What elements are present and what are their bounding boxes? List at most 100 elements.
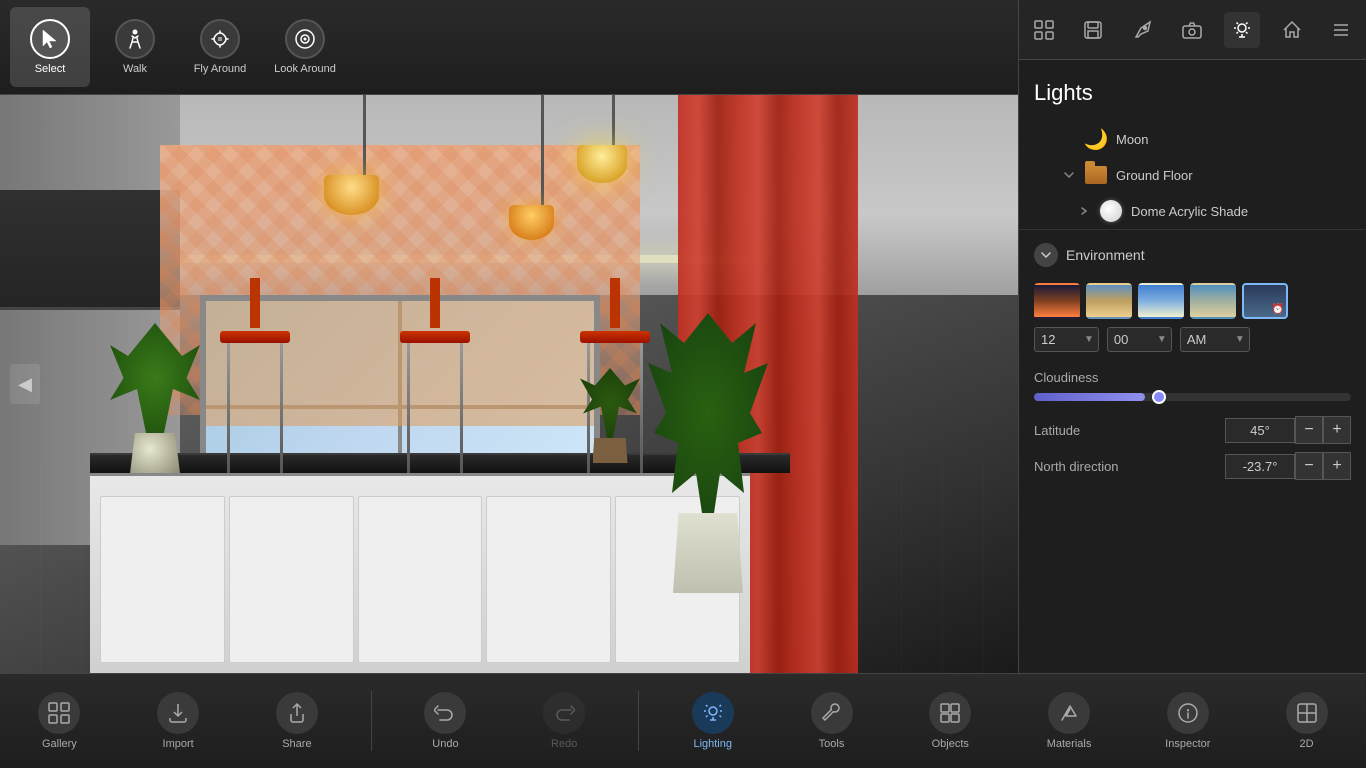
cloudiness-section: Cloudiness (1019, 370, 1366, 411)
stool-2-seat (400, 331, 470, 343)
geo-section: Latitude 45° − + North direction -23.7° … (1019, 411, 1366, 498)
pendant-cord-3 (612, 95, 615, 145)
cloudiness-slider-track[interactable] (1034, 393, 1351, 401)
north-increase-btn[interactable]: + (1323, 452, 1351, 480)
lights-item-moon[interactable]: 🌙 Moon (1019, 121, 1366, 157)
stool-2-back (430, 278, 440, 328)
plant-left-leaves (110, 323, 200, 433)
dome-light-icon (1099, 199, 1123, 223)
gallery-btn[interactable]: Gallery (14, 679, 104, 764)
tools-icon (811, 692, 853, 734)
panel-light-btn[interactable] (1224, 12, 1260, 48)
hour-select[interactable]: 12 1234 5678 91011 (1035, 328, 1080, 351)
objects-icon (929, 692, 971, 734)
plant-counter (580, 368, 640, 463)
period-select[interactable]: AMPM (1181, 328, 1231, 351)
plant-right (648, 313, 768, 593)
latitude-increase-btn[interactable]: + (1323, 416, 1351, 444)
divider-2 (638, 691, 639, 751)
plant-counter-leaves (580, 368, 640, 438)
inspector-btn[interactable]: Inspector (1143, 679, 1233, 764)
panel-objects-btn[interactable] (1026, 12, 1062, 48)
2d-btn[interactable]: 2D (1262, 679, 1352, 764)
upper-cabinets (0, 190, 180, 310)
fly-around-tool[interactable]: Fly Around (180, 7, 260, 87)
stool-1-leg-l (227, 343, 230, 473)
cabinet-door-4 (486, 496, 611, 663)
tree-arrow-dome (1077, 204, 1091, 218)
north-direction-controls: -23.7° − + (1225, 452, 1351, 480)
inspector-icon (1167, 692, 1209, 734)
pendant-shade-2 (509, 205, 554, 240)
time-swatch-afternoon[interactable] (1190, 283, 1236, 319)
hour-select-wrap: 12 1234 5678 91011 ▼ (1034, 327, 1099, 352)
lights-section: Lights 🌙 Moon Ground Floor (1019, 60, 1366, 768)
north-decrease-btn[interactable]: − (1295, 452, 1323, 480)
import-icon (157, 692, 199, 734)
materials-btn[interactable]: Materials (1024, 679, 1114, 764)
objects-btn[interactable]: Objects (905, 679, 995, 764)
time-swatch-custom[interactable]: ⏰ (1242, 283, 1288, 319)
2d-icon (1286, 692, 1328, 734)
lighting-btn[interactable]: Lighting (668, 679, 758, 764)
redo-btn[interactable]: Redo (519, 679, 609, 764)
latitude-controls: 45° − + (1225, 416, 1351, 444)
scene (0, 95, 1018, 673)
time-swatch-midday[interactable] (1138, 283, 1184, 319)
minute-select-wrap: 00153045 ▼ (1107, 327, 1172, 352)
look-around-icon (285, 19, 325, 59)
latitude-label: Latitude (1034, 423, 1080, 438)
plant-right-leaves (648, 313, 768, 513)
panel-icon-bar (1019, 0, 1366, 60)
stool-1-seat (220, 331, 290, 343)
time-swatch-morning[interactable] (1086, 283, 1132, 319)
cabinet-door-1 (100, 496, 225, 663)
stool-2 (400, 278, 470, 473)
top-toolbar: Select Walk Fly Around Loo (0, 0, 1018, 95)
stool-2-leg-l (407, 343, 410, 473)
walk-tool[interactable]: Walk (95, 7, 175, 87)
pendant-light-3 (600, 95, 627, 183)
import-btn[interactable]: Import (133, 679, 223, 764)
stool-1-legs (227, 343, 283, 473)
fly-around-icon (200, 19, 240, 59)
gallery-icon (38, 692, 80, 734)
nav-left-arrow[interactable]: ◀ (10, 364, 40, 404)
panel-home-btn[interactable] (1274, 12, 1310, 48)
ground-floor-folder-icon (1084, 163, 1108, 187)
moon-light-icon: 🌙 (1084, 127, 1108, 151)
pendant-shade-3 (577, 145, 627, 183)
stool-1 (220, 278, 290, 473)
panel-list-btn[interactable] (1323, 12, 1359, 48)
panel-save-btn[interactable] (1075, 12, 1111, 48)
share-btn[interactable]: Share (252, 679, 342, 764)
stool-3-back (610, 278, 620, 328)
minute-select[interactable]: 00153045 (1108, 328, 1153, 351)
environment-section: Environment ⏰ 12 1234 (1019, 229, 1366, 370)
panel-camera-btn[interactable] (1174, 12, 1210, 48)
latitude-decrease-btn[interactable]: − (1295, 416, 1323, 444)
select-tool[interactable]: Select (10, 7, 90, 87)
north-direction-label: North direction (1034, 459, 1119, 474)
walk-icon (115, 19, 155, 59)
cloudiness-thumb[interactable] (1152, 390, 1166, 404)
period-select-wrap: AMPM ▼ (1180, 327, 1250, 352)
cloudiness-fill (1034, 393, 1145, 401)
environment-header[interactable]: Environment (1034, 235, 1351, 275)
stool-1-back (250, 278, 260, 328)
time-swatch-dawn[interactable] (1034, 283, 1080, 319)
lights-item-ground-floor[interactable]: Ground Floor (1019, 157, 1366, 193)
tools-btn[interactable]: Tools (787, 679, 877, 764)
pendant-light-1 (350, 95, 379, 215)
time-swatches: ⏰ (1034, 283, 1351, 319)
latitude-value: 45° (1225, 418, 1295, 443)
viewport[interactable]: ◀ (0, 95, 1018, 673)
lights-item-dome[interactable]: Dome Acrylic Shade (1019, 193, 1366, 229)
undo-btn[interactable]: Undo (400, 679, 490, 764)
pendant-cord-2 (541, 95, 544, 205)
environment-label: Environment (1066, 247, 1145, 263)
stool-3-leg-r (640, 343, 643, 473)
cloudiness-label: Cloudiness (1034, 370, 1351, 385)
look-around-tool[interactable]: Look Around (265, 7, 345, 87)
panel-paint-btn[interactable] (1125, 12, 1161, 48)
